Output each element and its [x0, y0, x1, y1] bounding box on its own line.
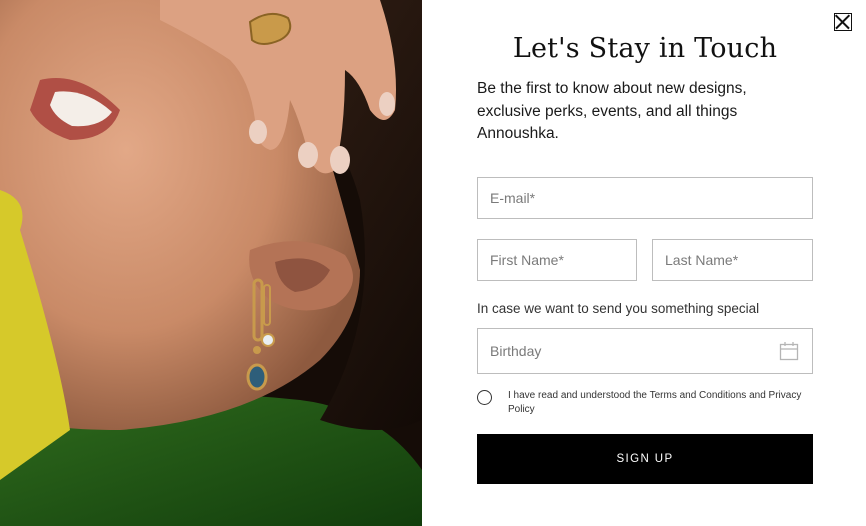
last-name-input[interactable] — [653, 240, 812, 280]
signup-button[interactable]: SIGN UP — [477, 434, 813, 484]
popup-intro: Be the first to know about new designs, … — [477, 80, 747, 142]
birthday-label: In case we want to send you something sp… — [477, 301, 760, 316]
calendar-icon[interactable] — [779, 341, 799, 361]
birthday-field[interactable] — [477, 328, 813, 374]
terms-text: I have read and understood the Terms and… — [508, 390, 802, 415]
email-input[interactable] — [478, 178, 812, 218]
close-icon[interactable] — [834, 13, 852, 31]
terms-radio[interactable] — [477, 390, 492, 405]
email-field[interactable] — [477, 177, 813, 219]
first-name-input[interactable] — [478, 240, 636, 280]
first-name-field[interactable] — [477, 239, 637, 281]
hero-photo — [0, 0, 422, 526]
last-name-field[interactable] — [652, 239, 813, 281]
birthday-input[interactable] — [478, 329, 812, 373]
popup-title: Let's Stay in Touch — [512, 33, 778, 64]
